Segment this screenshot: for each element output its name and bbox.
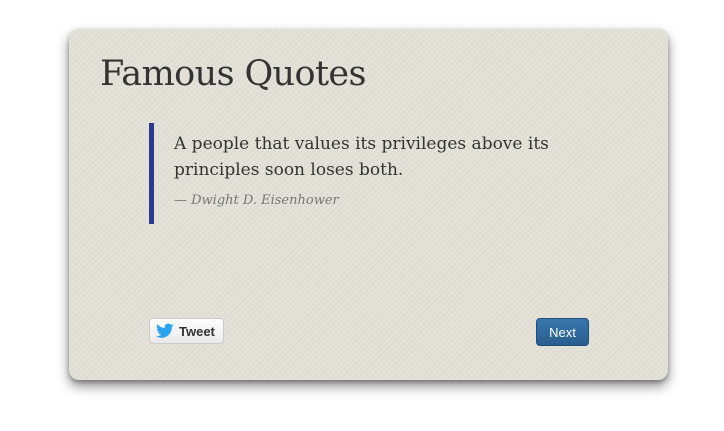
quote-card: Famous Quotes A people that values its p… [69,29,668,380]
page-title: Famous Quotes [100,54,367,94]
quote-blockquote: A people that values its privileges abov… [149,123,594,224]
next-button[interactable]: Next [536,318,589,346]
quote-text: A people that values its privileges abov… [174,134,549,180]
twitter-bird-icon [156,323,174,339]
tweet-button[interactable]: Tweet [149,318,224,344]
tweet-button-label: Tweet [179,323,215,339]
quote-author: — Dwight D. Eisenhower [174,193,339,208]
